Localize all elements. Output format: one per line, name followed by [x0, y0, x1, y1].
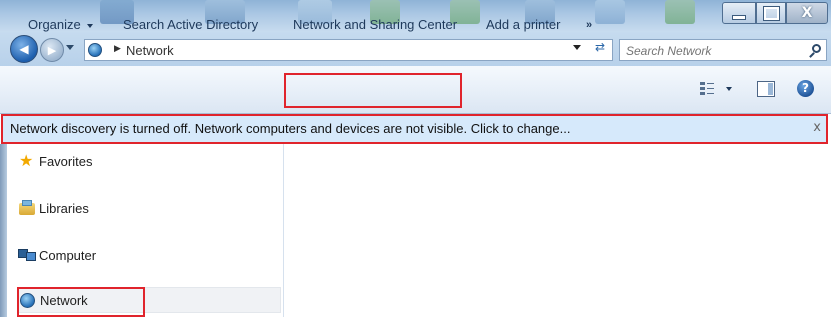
address-dropdown-button[interactable] — [573, 45, 581, 50]
close-window-button[interactable]: X — [786, 2, 828, 24]
nav-item-favorites[interactable]: ★ Favorites — [17, 149, 281, 175]
background-thumbnail — [595, 0, 625, 24]
star-icon: ★ — [19, 151, 34, 170]
nav-item-network[interactable]: Network — [17, 287, 281, 313]
network-and-sharing-center-button[interactable]: Network and Sharing Center — [293, 17, 457, 32]
help-icon[interactable]: ? — [797, 80, 814, 97]
file-list-area[interactable] — [284, 144, 831, 317]
breadcrumb-separator-icon[interactable]: ▶ — [114, 44, 121, 54]
nav-item-label: Network — [40, 293, 88, 308]
back-button[interactable]: ◀ — [10, 35, 38, 63]
arrow-left-icon: ◀ — [19, 42, 29, 56]
libraries-icon — [19, 200, 35, 215]
nav-item-label: Computer — [39, 248, 97, 263]
minimize-icon — [732, 14, 746, 20]
nav-item-label: Libraries — [39, 201, 89, 216]
recent-pages-dropdown[interactable] — [66, 45, 74, 50]
network-icon — [20, 293, 35, 308]
breadcrumb-network[interactable]: Network — [126, 43, 174, 58]
search-icon[interactable] — [812, 44, 821, 53]
minimize-button[interactable] — [722, 2, 756, 24]
computer-icon — [18, 249, 36, 261]
add-a-printer-button[interactable]: Add a printer — [486, 17, 560, 32]
search-box[interactable] — [619, 39, 827, 61]
change-view-dropdown[interactable] — [726, 87, 732, 91]
preview-pane-icon[interactable] — [757, 81, 775, 97]
background-thumbnail — [665, 0, 695, 24]
maximize-icon — [762, 5, 780, 21]
change-view-icon[interactable] — [700, 81, 714, 97]
more-commands-button[interactable]: » — [586, 19, 592, 31]
nav-item-label: Favorites — [39, 154, 93, 169]
address-bar[interactable]: ▶ Network — [84, 39, 613, 61]
infobar-message[interactable]: Network discovery is turned off. Network… — [10, 121, 570, 136]
infobar-close-icon[interactable]: x — [813, 120, 821, 135]
close-icon: X — [801, 5, 813, 21]
maximize-button[interactable] — [756, 2, 786, 24]
forward-button[interactable]: ▶ — [40, 38, 64, 62]
search-active-directory-button[interactable]: Search Active Directory — [123, 17, 258, 32]
organize-button[interactable]: Organize — [28, 17, 93, 32]
refresh-button[interactable]: ⇄ — [590, 40, 610, 56]
nav-item-libraries[interactable]: Libraries — [17, 196, 281, 222]
network-discovery-infobar[interactable]: Network discovery is turned off. Network… — [2, 115, 827, 143]
nav-item-computer[interactable]: Computer — [17, 243, 281, 269]
search-input[interactable] — [624, 41, 803, 61]
arrow-right-icon: ▶ — [47, 43, 57, 57]
refresh-icon: ⇄ — [594, 40, 606, 54]
window-left-edge — [0, 144, 7, 317]
network-icon — [88, 43, 102, 57]
